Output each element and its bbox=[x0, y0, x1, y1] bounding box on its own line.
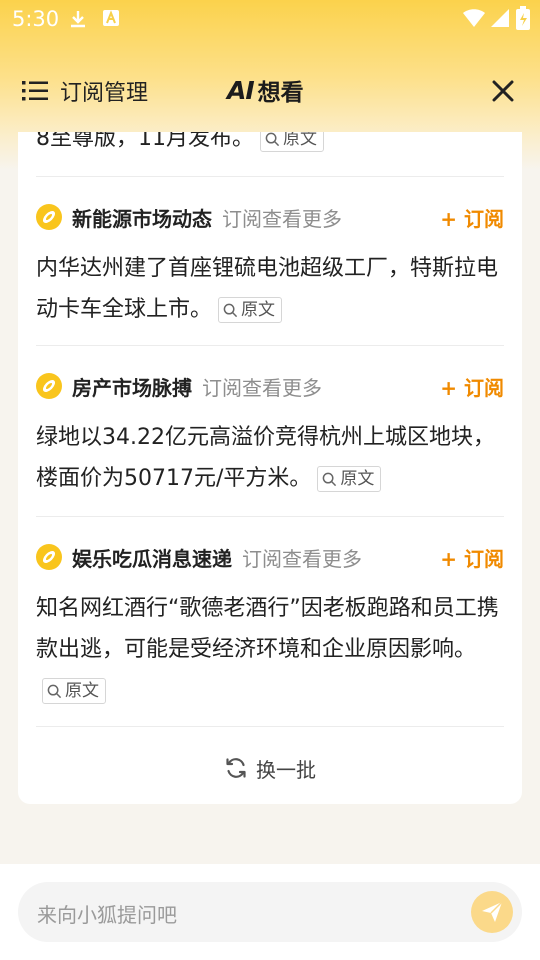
search-icon bbox=[323, 472, 337, 486]
partial-news-item: 8至尊版，11月发布。 原文 bbox=[36, 132, 324, 152]
original-label: 原文 bbox=[241, 300, 276, 320]
divider bbox=[36, 516, 504, 517]
news-body: 知名网红酒行“歌德老酒行”因老板跑路和员工携款出逃，可能是受经济环境和企业原因影… bbox=[36, 588, 504, 711]
original-button[interactable]: 原文 bbox=[260, 132, 324, 152]
subscribe-button[interactable]: + 订阅 bbox=[440, 543, 504, 572]
original-label: 原文 bbox=[283, 132, 317, 149]
news-text: 8至尊版，11月发布。 bbox=[36, 132, 254, 151]
refresh-icon bbox=[226, 758, 246, 778]
close-button[interactable] bbox=[488, 76, 518, 106]
divider bbox=[36, 176, 504, 177]
original-button[interactable]: 原文 bbox=[317, 466, 382, 492]
topic-title[interactable]: 新能源市场动态 订阅查看更多 bbox=[72, 203, 342, 232]
news-body: 绿地以34.22亿元高溢价竞得杭州上城区地块，楼面价为50717元/平方米。 原文 bbox=[36, 417, 504, 499]
original-label: 原文 bbox=[65, 681, 99, 701]
wifi-icon bbox=[463, 9, 485, 27]
download-icon bbox=[71, 11, 85, 28]
send-icon bbox=[482, 901, 503, 922]
topic-more-link[interactable]: 订阅查看更多 bbox=[242, 547, 362, 571]
topic-title[interactable]: 娱乐吃瓜消息速递 订阅查看更多 bbox=[72, 543, 362, 572]
search-icon bbox=[265, 132, 280, 146]
app-header: 订阅管理 AI 想看 bbox=[0, 62, 540, 118]
topic-header: 娱乐吃瓜消息速递 订阅查看更多 + 订阅 bbox=[36, 542, 504, 572]
subscribe-button[interactable]: + 订阅 bbox=[440, 203, 504, 232]
search-icon bbox=[47, 684, 62, 698]
topic-icon bbox=[36, 204, 62, 230]
refresh-label: 换一批 bbox=[256, 757, 316, 782]
logo-ai-text: AI bbox=[227, 75, 255, 105]
topic-header: 房产市场脉搏 订阅查看更多 + 订阅 bbox=[36, 371, 504, 401]
topic-icon bbox=[36, 544, 62, 570]
signal-icon bbox=[491, 9, 509, 27]
news-feed-card: 8至尊版，11月发布。 原文 新能源市场动态 订阅查看更多 + 订阅 内华达州建了首… bbox=[18, 132, 522, 804]
close-icon bbox=[492, 80, 514, 102]
topic-icon bbox=[36, 373, 62, 399]
input-placeholder: 来向小狐提问吧 bbox=[37, 903, 177, 927]
original-button[interactable]: 原文 bbox=[218, 297, 283, 323]
divider bbox=[36, 726, 504, 727]
status-time: 5:30 bbox=[12, 7, 60, 31]
send-button[interactable] bbox=[471, 891, 513, 933]
subscription-manage-label: 订阅管理 bbox=[60, 81, 149, 106]
divider bbox=[36, 345, 504, 346]
topic-title[interactable]: 房产市场脉搏 订阅查看更多 bbox=[72, 372, 322, 401]
news-item-entertainment: 娱乐吃瓜消息速递 订阅查看更多 + 订阅 知名网红酒行“歌德老酒行”因老板跑路和员… bbox=[36, 542, 504, 711]
search-icon bbox=[223, 303, 238, 317]
subscribe-button[interactable]: + 订阅 bbox=[440, 372, 504, 401]
app-logo: AI 想看 bbox=[227, 75, 304, 107]
original-button[interactable]: 原文 bbox=[42, 678, 106, 704]
news-item-real-estate: 房产市场脉搏 订阅查看更多 + 订阅 绿地以34.22亿元高溢价竞得杭州上城区地块… bbox=[36, 371, 504, 499]
battery-icon bbox=[516, 6, 530, 30]
topic-more-link[interactable]: 订阅查看更多 bbox=[202, 376, 322, 400]
refresh-batch-button[interactable]: 换一批 bbox=[18, 750, 522, 786]
logo-title: 想看 bbox=[257, 80, 304, 106]
subscription-manage-button[interactable]: 订阅管理 bbox=[22, 76, 152, 106]
news-text: 知名网红酒行“歌德老酒行”因老板跑路和员工携款出逃，可能是受经济环境和企业原因影… bbox=[36, 596, 499, 662]
app-a-icon bbox=[103, 10, 119, 26]
news-text: 绿地以34.22亿元高溢价竞得杭州上城区地块，楼面价为50717元/平方米。 bbox=[36, 425, 495, 491]
topic-more-link[interactable]: 订阅查看更多 bbox=[222, 207, 342, 231]
status-bar: 5:30 bbox=[0, 0, 540, 38]
original-label: 原文 bbox=[340, 469, 375, 489]
news-item-new-energy: 新能源市场动态 订阅查看更多 + 订阅 内华达州建了首座锂硫电池超级工厂，特斯拉电… bbox=[36, 202, 504, 330]
topic-header: 新能源市场动态 订阅查看更多 + 订阅 bbox=[36, 202, 504, 232]
list-icon bbox=[22, 81, 48, 101]
question-input[interactable]: 来向小狐提问吧 bbox=[18, 882, 522, 942]
news-body: 内华达州建了首座锂硫电池超级工厂，特斯拉电动卡车全球上市。 原文 bbox=[36, 248, 504, 330]
chat-input-bar: 来向小狐提问吧 bbox=[0, 864, 540, 960]
